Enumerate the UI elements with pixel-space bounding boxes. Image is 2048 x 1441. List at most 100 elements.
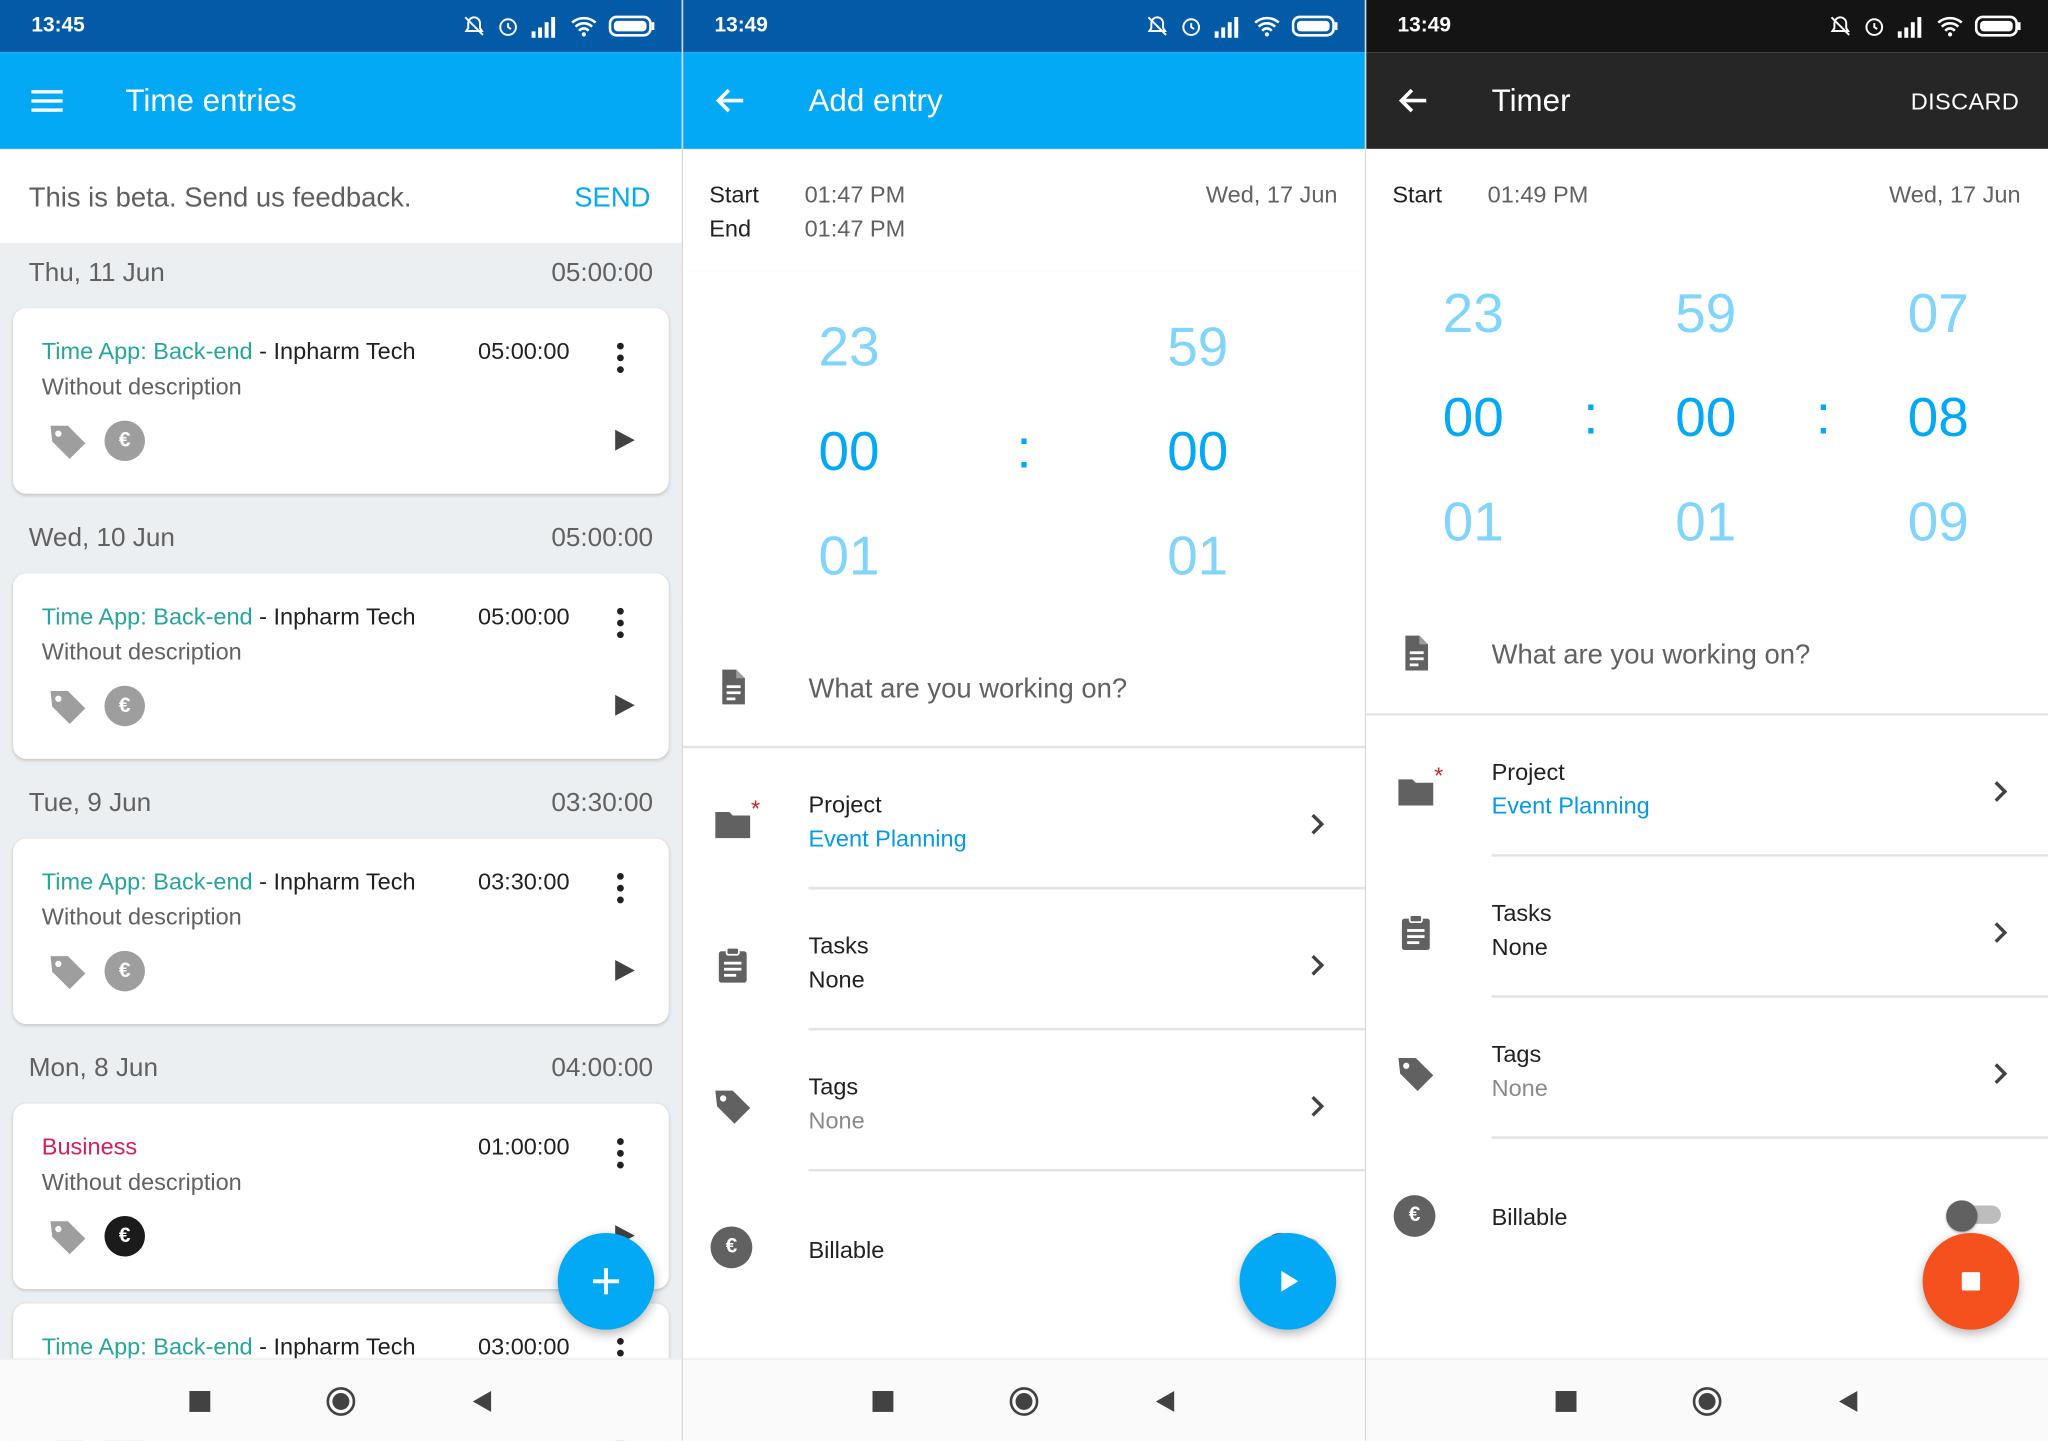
- discard-button[interactable]: DISCARD: [1911, 89, 2020, 116]
- recents-button[interactable]: [867, 1386, 898, 1417]
- system-nav-bar: [1366, 1358, 2048, 1441]
- chevron-right-icon[interactable]: [1991, 918, 2012, 947]
- chevron-right-icon[interactable]: [1307, 951, 1328, 980]
- chevron-right-icon[interactable]: [1991, 1059, 2012, 1088]
- project-row[interactable]: * Project Event Planning: [1366, 715, 2048, 857]
- stop-timer-button[interactable]: [1922, 1232, 2020, 1330]
- home-button[interactable]: [1008, 1386, 1039, 1417]
- menu-icon[interactable]: [26, 80, 68, 122]
- project-name: Time App: Back-end: [41, 603, 253, 630]
- status-bar: 13:49: [1366, 0, 2048, 53]
- signal-icon: [1897, 16, 1922, 38]
- tasks-row[interactable]: Tasks None: [683, 889, 1365, 1031]
- project-name: Business: [41, 1133, 138, 1160]
- stop-icon: [1961, 1272, 1981, 1291]
- chevron-right-icon[interactable]: [1991, 777, 2012, 806]
- tags-row[interactable]: Tags None: [1366, 997, 2048, 1139]
- home-button[interactable]: [325, 1386, 356, 1417]
- back-button[interactable]: [1149, 1386, 1180, 1417]
- hours-above[interactable]: 23: [1395, 282, 1552, 345]
- signal-icon: [1214, 16, 1239, 38]
- end-time[interactable]: 01:47 PM: [805, 216, 906, 243]
- description-row[interactable]: What are you working on?: [1366, 589, 2048, 716]
- hours-above[interactable]: 23: [771, 316, 928, 379]
- euro-icon: €: [1393, 1195, 1436, 1237]
- play-icon[interactable]: [611, 956, 637, 985]
- hours-current[interactable]: 00: [1395, 387, 1552, 450]
- back-arrow-icon[interactable]: [1392, 80, 1434, 122]
- tag-icon[interactable]: [47, 421, 89, 463]
- more-vert-icon[interactable]: [607, 1135, 633, 1172]
- recents-button[interactable]: [1550, 1386, 1581, 1417]
- tag-icon[interactable]: [47, 1216, 89, 1258]
- billable-icon[interactable]: €: [104, 685, 145, 727]
- elapsed-picker[interactable]: 23 59 07 00 : 00 : 08 01 01 09: [1366, 239, 2048, 592]
- clipboard-icon: [1401, 914, 1430, 950]
- back-arrow-icon[interactable]: [709, 80, 751, 122]
- start-timer-button[interactable]: [1239, 1232, 1337, 1330]
- day-total: 04:00:00: [551, 1054, 654, 1083]
- tags-row[interactable]: Tags None: [683, 1030, 1365, 1172]
- seconds-below[interactable]: 09: [1860, 491, 2017, 554]
- more-vert-icon[interactable]: [607, 340, 633, 377]
- time-entry-card[interactable]: Time App: Back-end - Inpharm Tech 05:00:0…: [13, 308, 669, 494]
- start-time[interactable]: 01:49 PM: [1488, 182, 1589, 209]
- minutes-above[interactable]: 59: [1627, 282, 1784, 345]
- seconds-current[interactable]: 08: [1860, 387, 2017, 450]
- project-row[interactable]: * Project Event Planning: [683, 748, 1365, 890]
- time-entry-card[interactable]: Time App: Back-end - Inpharm Tech 05:00:0…: [13, 573, 669, 759]
- billable-icon[interactable]: €: [104, 420, 145, 462]
- picker-separator: :: [1815, 383, 1831, 446]
- time-entry-card[interactable]: Time App: Back-end - Inpharm Tech 03:30:0…: [13, 838, 669, 1024]
- description-input[interactable]: What are you working on?: [1492, 640, 1811, 671]
- project-label: Project: [1491, 758, 1565, 785]
- billable-toggle[interactable]: [1946, 1200, 2003, 1232]
- document-icon: [722, 669, 745, 705]
- mute-icon: [1147, 16, 1167, 36]
- minutes-above[interactable]: 59: [1119, 316, 1276, 379]
- tasks-row[interactable]: Tasks None: [1366, 856, 2048, 998]
- more-vert-icon[interactable]: [607, 870, 633, 907]
- description-input[interactable]: What are you working on?: [808, 674, 1127, 705]
- home-button[interactable]: [1691, 1386, 1722, 1417]
- more-vert-icon[interactable]: [607, 605, 633, 642]
- entry-description: Without description: [41, 1168, 242, 1196]
- chevron-right-icon[interactable]: [1307, 1092, 1328, 1121]
- status-icons: [1829, 12, 2022, 41]
- mute-icon: [464, 16, 484, 36]
- tag-icon[interactable]: [47, 686, 89, 728]
- start-date[interactable]: Wed, 17 Jun: [1206, 182, 1338, 209]
- seconds-above[interactable]: 07: [1860, 282, 2017, 345]
- hours-below[interactable]: 01: [1395, 491, 1552, 554]
- play-icon[interactable]: [611, 691, 637, 720]
- billable-icon[interactable]: €: [104, 950, 145, 992]
- hours-below[interactable]: 01: [771, 525, 928, 588]
- minutes-current[interactable]: 00: [1627, 387, 1784, 450]
- start-date[interactable]: Wed, 17 Jun: [1889, 182, 2021, 209]
- send-feedback-button[interactable]: SEND: [574, 183, 650, 214]
- back-button[interactable]: [466, 1386, 497, 1417]
- tag-icon[interactable]: [47, 951, 89, 993]
- back-button[interactable]: [1832, 1386, 1863, 1417]
- minutes-current[interactable]: 00: [1119, 421, 1276, 484]
- duration-picker[interactable]: 23 59 00 : 00 01 01: [683, 271, 1365, 625]
- day-total: 03:30:00: [551, 788, 654, 818]
- hours-current[interactable]: 00: [771, 421, 928, 484]
- tasks-label: Tasks: [808, 932, 869, 959]
- status-time: 13:49: [1397, 14, 1451, 37]
- tags-label: Tags: [1491, 1040, 1542, 1068]
- page-title: Time entries: [125, 83, 297, 119]
- alarm-icon: [1182, 18, 1200, 36]
- chevron-right-icon[interactable]: [1307, 810, 1328, 839]
- minutes-below[interactable]: 01: [1119, 525, 1276, 588]
- day-total: 05:00:00: [551, 258, 654, 288]
- description-row[interactable]: What are you working on?: [683, 621, 1365, 749]
- page-title: Timer: [1491, 83, 1571, 119]
- app-bar: Time entries: [0, 52, 682, 149]
- add-entry-button[interactable]: [557, 1232, 655, 1330]
- start-time[interactable]: 01:47 PM: [805, 182, 906, 209]
- recents-button[interactable]: [184, 1386, 215, 1417]
- billable-icon[interactable]: €: [104, 1215, 145, 1257]
- minutes-below[interactable]: 01: [1627, 491, 1784, 554]
- play-icon[interactable]: [611, 426, 637, 455]
